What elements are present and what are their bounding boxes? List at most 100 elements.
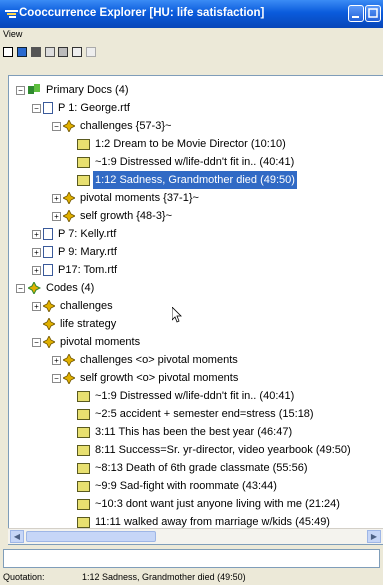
- quotation-icon: [77, 481, 90, 492]
- primary-docs-family-icon: [28, 84, 40, 94]
- code-icon: [43, 318, 55, 330]
- codes-family-icon: [28, 282, 41, 294]
- expand-icon[interactable]: +: [32, 230, 41, 239]
- quotation-icon: [77, 427, 90, 438]
- expand-icon[interactable]: +: [32, 248, 41, 257]
- menu-view[interactable]: View: [3, 29, 22, 39]
- collapse-icon[interactable]: −: [32, 104, 41, 113]
- explorer-app-icon: [5, 10, 18, 18]
- minimize-icon: [352, 16, 359, 18]
- tree-node-quotation[interactable]: ~1:9 Distressed w/life-ddn't fit in.. (4…: [77, 153, 296, 171]
- tree-label: ~1:9 Distressed w/life-ddn't fit in.. (4…: [95, 156, 295, 168]
- scroll-thumb[interactable]: [26, 531, 156, 542]
- export-icon[interactable]: [72, 47, 82, 57]
- tree-label: P 7: Kelly.rtf: [58, 228, 117, 240]
- expand-icon[interactable]: +: [52, 194, 61, 203]
- tree-node-code-lifestrategy[interactable]: life strategy: [43, 315, 118, 333]
- tree-node-code-challenges[interactable]: + challenges: [32, 297, 115, 315]
- tree-label: Primary Docs (4): [46, 84, 129, 96]
- tree-label: self growth <o> pivotal moments: [80, 372, 239, 384]
- tree-label: self growth {48-3}~: [80, 210, 173, 222]
- scroll-right-icon[interactable]: ▶: [367, 530, 381, 543]
- tree-label: 1:12 Sadness, Grandmother died (49:50): [93, 171, 297, 189]
- code-icon: [63, 192, 75, 204]
- expand-icon[interactable]: +: [52, 212, 61, 221]
- tree-label: ~8:13 Death of 6th grade classmate (55:5…: [95, 462, 308, 474]
- tree-node-primary-docs[interactable]: − Primary Docs (4): [16, 81, 131, 99]
- tree-node-quotation[interactable]: ~8:13 Death of 6th grade classmate (55:5…: [77, 459, 310, 477]
- quotation-icon: [77, 391, 90, 402]
- minimize-button[interactable]: [348, 5, 364, 22]
- maximize-button[interactable]: [365, 5, 381, 22]
- tree-label: challenges <o> pivotal moments: [80, 354, 238, 366]
- comment-field[interactable]: [3, 549, 380, 568]
- tree-label: Codes (4): [46, 282, 95, 294]
- expand-icon[interactable]: +: [32, 302, 41, 311]
- toolbar: [0, 44, 383, 62]
- tree-node-doc-p9[interactable]: + P 9: Mary.rtf: [32, 243, 119, 261]
- new-icon[interactable]: [3, 47, 13, 57]
- window-title: Cooccurrence Explorer [HU: life satisfac…: [19, 7, 265, 19]
- save-icon[interactable]: [31, 47, 41, 57]
- tree-node-doc-p1[interactable]: − P 1: George.rtf: [32, 99, 132, 117]
- tree-node-code-pivotal[interactable]: − pivotal moments: [32, 333, 142, 351]
- tree-node-quotation[interactable]: ~2:5 accident + semester end=stress (15:…: [77, 405, 316, 423]
- open-icon[interactable]: [17, 47, 27, 57]
- expand-icon[interactable]: +: [32, 266, 41, 275]
- tree-label: 3:11 This has been the best year (46:47): [95, 426, 293, 438]
- tree-node-code-selfgrowth[interactable]: + self growth {48-3}~: [52, 207, 174, 225]
- quotation-icon: [77, 139, 90, 150]
- collapse-icon[interactable]: −: [16, 86, 25, 95]
- tree-label: ~1:9 Distressed w/life-ddn't fit in.. (4…: [95, 390, 295, 402]
- print-icon[interactable]: [86, 47, 96, 57]
- cooccurrence-tree[interactable]: − Primary Docs (4) − P 1: George.rtf − c…: [8, 75, 383, 545]
- tree-label: pivotal moments: [60, 336, 141, 348]
- collapse-icon[interactable]: −: [52, 122, 61, 131]
- tree-label: ~10:3 dont want just anyone living with …: [95, 498, 340, 510]
- code-icon: [63, 210, 75, 222]
- tree-node-cooccurrence[interactable]: − self growth <o> pivotal moments: [52, 369, 240, 387]
- code-icon: [43, 336, 55, 348]
- document-icon: [43, 264, 53, 276]
- status-bar: Quotation: 1:12 Sadness, Grandmother die…: [0, 570, 383, 585]
- quotation-icon: [77, 157, 90, 168]
- tree-node-codes[interactable]: − Codes (4): [16, 279, 96, 297]
- tree-node-cooccurrence[interactable]: + challenges <o> pivotal moments: [52, 351, 240, 369]
- collapse-icon[interactable]: −: [32, 338, 41, 347]
- tree-label: ~9:9 Sad-fight with roommate (43:44): [95, 480, 277, 492]
- copy-icon[interactable]: [58, 47, 68, 57]
- tree-node-doc-p17[interactable]: + P17: Tom.rtf: [32, 261, 119, 279]
- quotation-icon: [77, 409, 90, 420]
- quotation-icon: [77, 175, 90, 186]
- horizontal-scrollbar[interactable]: ◀ ▶: [8, 528, 383, 544]
- tree-node-quotation[interactable]: 1:2 Dream to be Movie Director (10:10): [77, 135, 288, 153]
- quotation-icon: [77, 499, 90, 510]
- status-label: Quotation:: [3, 572, 45, 582]
- tree-label: life strategy: [60, 318, 117, 330]
- tree-node-quotation[interactable]: ~9:9 Sad-fight with roommate (43:44): [77, 477, 279, 495]
- collapse-icon[interactable]: −: [52, 374, 61, 383]
- document-icon: [43, 102, 53, 114]
- code-icon: [63, 354, 75, 366]
- tree-node-code-pivotal[interactable]: + pivotal moments {37-1}~: [52, 189, 201, 207]
- tree-node-quotation[interactable]: 8:11 Success=Sr. yr-director, video year…: [77, 441, 353, 459]
- maximize-icon: [368, 8, 378, 18]
- tree-label: ~2:5 accident + semester end=stress (15:…: [95, 408, 314, 420]
- title-bar[interactable]: Cooccurrence Explorer [HU: life satisfac…: [0, 0, 383, 28]
- tree-label: 8:11 Success=Sr. yr-director, video year…: [95, 444, 351, 456]
- tree-node-code-challenges[interactable]: − challenges {57-3}~: [52, 117, 173, 135]
- mouse-cursor-icon: [172, 307, 182, 323]
- tree-node-doc-p7[interactable]: + P 7: Kelly.rtf: [32, 225, 118, 243]
- collapse-icon[interactable]: −: [16, 284, 25, 293]
- expand-icon[interactable]: +: [52, 356, 61, 365]
- tree-node-quotation[interactable]: 3:11 This has been the best year (46:47): [77, 423, 294, 441]
- tree-label: P17: Tom.rtf: [58, 264, 118, 276]
- tree-node-quotation[interactable]: ~10:3 dont want just anyone living with …: [77, 495, 342, 513]
- scroll-left-icon[interactable]: ◀: [10, 530, 24, 543]
- menu-bar: View: [0, 29, 383, 42]
- tree-label: pivotal moments {37-1}~: [80, 192, 199, 204]
- tree-node-quotation-selected[interactable]: 1:12 Sadness, Grandmother died (49:50): [77, 171, 297, 189]
- tree-node-quotation[interactable]: ~1:9 Distressed w/life-ddn't fit in.. (4…: [77, 387, 296, 405]
- tree-label: challenges {57-3}~: [80, 120, 172, 132]
- tree-icon[interactable]: [45, 47, 55, 57]
